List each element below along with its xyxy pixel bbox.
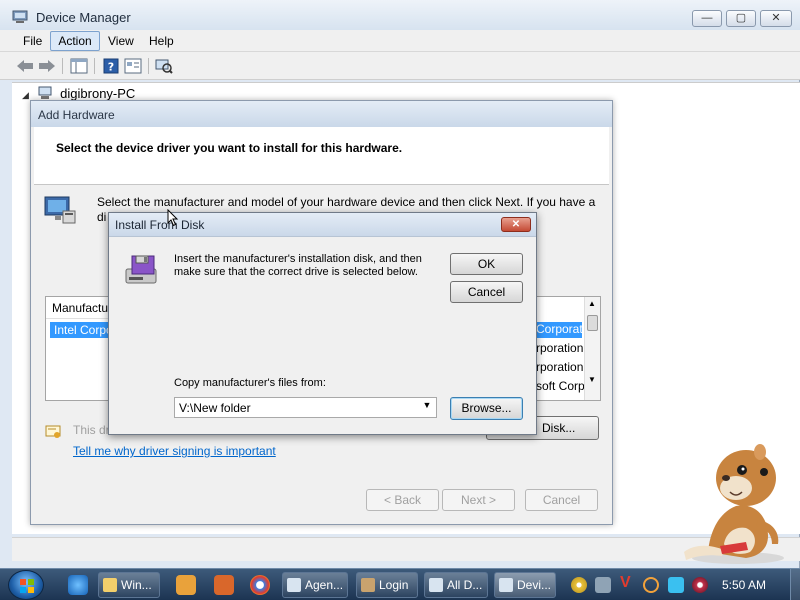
taskbar-item[interactable]: Login — [356, 572, 418, 598]
start-button[interactable] — [8, 570, 44, 600]
show-desktop-button[interactable] — [790, 569, 800, 600]
title-bar[interactable]: Device Manager — ▢ ✕ — [0, 0, 800, 30]
taskbar-item-label: Devi... — [517, 578, 552, 592]
taskbar: Win... Agen... Login All D... Devi... V … — [0, 568, 800, 600]
window-icon — [287, 578, 301, 592]
wizard-title-bar[interactable]: Add Hardware — [31, 101, 612, 127]
device-manager-icon — [499, 578, 513, 592]
model-list-scrollbar[interactable]: ▲ ▼ — [584, 297, 600, 400]
internet-explorer-icon[interactable] — [68, 575, 88, 595]
show-hide-console-icon[interactable] — [70, 57, 88, 75]
chrome-icon[interactable] — [250, 575, 270, 595]
dialog-cancel-button[interactable]: Cancel — [450, 281, 523, 303]
taskbar-item-label: Login — [379, 578, 409, 592]
tree-root-label: digibrony-PC — [60, 86, 136, 101]
dialog-title: Install From Disk — [115, 218, 205, 232]
left-frame — [0, 82, 12, 568]
computer-icon — [38, 86, 52, 99]
dropdown-arrow-icon[interactable]: ▼ — [421, 400, 433, 410]
record-tray-icon[interactable] — [692, 577, 708, 593]
floppy-disk-icon — [125, 255, 157, 284]
taskbar-clock[interactable]: 5:50 AM — [722, 578, 766, 592]
wizard-instruction: Select the manufacturer and model of you… — [97, 195, 596, 209]
hamster-desktop-character — [684, 444, 784, 564]
scan-hardware-icon[interactable] — [155, 57, 173, 75]
tree-root-item[interactable]: ◢ digibrony-PC — [22, 86, 135, 101]
paint-icon[interactable] — [214, 575, 234, 595]
taskbar-item[interactable]: Agen... — [282, 572, 348, 598]
collapse-triangle-icon[interactable]: ◢ — [22, 90, 29, 100]
taskbar-item-active[interactable]: Devi... — [494, 572, 556, 598]
taskbar-item-label: Agen... — [305, 578, 344, 592]
folder-icon — [103, 578, 117, 592]
ok-button[interactable]: OK — [450, 253, 523, 275]
user-icon — [361, 578, 375, 592]
window-title: Device Manager — [36, 10, 131, 25]
scroll-down-icon[interactable]: ▼ — [588, 375, 596, 384]
copy-from-label: Copy manufacturer's files from: — [174, 377, 326, 389]
search-tray-icon[interactable] — [643, 577, 659, 593]
toolbar-separator — [148, 58, 149, 74]
source-path-value: V:\New folder — [179, 401, 251, 415]
properties-icon[interactable] — [124, 57, 142, 75]
taskbar-item-label: All D... — [447, 578, 483, 592]
hardware-monitor-icon — [44, 196, 76, 224]
display-tray-icon[interactable] — [668, 577, 684, 593]
back-arrow-icon[interactable] — [16, 57, 34, 75]
forward-arrow-icon[interactable] — [38, 57, 56, 75]
wizard-instruction-continued: di — [97, 210, 107, 224]
v-tray-icon[interactable]: V — [620, 574, 631, 592]
window-icon — [429, 578, 443, 592]
help-icon[interactable]: ? — [102, 57, 120, 75]
menu-action[interactable]: Action — [50, 31, 100, 51]
model-list-item[interactable]: rporation — [536, 341, 583, 355]
taskbar-item[interactable]: All D... — [424, 572, 488, 598]
taskbar-item-label: Win... — [121, 578, 152, 592]
model-list-item[interactable]: soft Corp — [536, 379, 585, 393]
wizard-header: Select the device driver you want to ins… — [34, 127, 609, 185]
model-list-item[interactable]: Corporati — [534, 322, 585, 338]
network-tray-icon[interactable] — [595, 577, 611, 593]
toolbar: ? — [0, 52, 800, 80]
driver-signing-link[interactable]: Tell me why driver signing is important — [73, 444, 276, 458]
maximize-button[interactable]: ▢ — [726, 10, 756, 27]
mouse-cursor-icon — [167, 209, 179, 227]
toolbar-separator — [62, 58, 63, 74]
menu-help[interactable]: Help — [149, 34, 174, 48]
model-list-item[interactable]: rporation — [536, 360, 583, 374]
have-disk-label: Disk... — [542, 421, 576, 435]
menu-file[interactable]: File — [23, 34, 42, 48]
toolbar-separator — [94, 58, 95, 74]
wizard-cancel-button[interactable]: Cancel — [525, 489, 598, 511]
taskbar-item[interactable]: Win... — [98, 572, 160, 598]
disc-tray-icon[interactable] — [571, 577, 587, 593]
media-player-icon[interactable] — [176, 575, 196, 595]
source-path-combobox[interactable]: V:\New folder ▼ — [174, 397, 437, 418]
dialog-message: Insert the manufacturer's installation d… — [174, 253, 422, 278]
windows-logo-icon — [20, 579, 34, 593]
scroll-up-icon[interactable]: ▲ — [588, 299, 596, 308]
device-manager-icon — [12, 10, 28, 23]
wizard-title: Add Hardware — [38, 108, 115, 122]
minimize-button[interactable]: — — [692, 10, 722, 27]
next-button[interactable]: Next > — [442, 489, 515, 511]
driver-signed-text: This dr — [73, 423, 110, 437]
model-list[interactable]: Corporati rporation rporation soft Corp … — [533, 296, 601, 401]
driver-certificate-icon — [45, 425, 61, 438]
dialog-close-button[interactable]: ✕ — [501, 217, 531, 232]
scroll-thumb[interactable] — [587, 315, 598, 331]
menu-bar: File Action View Help — [0, 30, 800, 52]
wizard-header-text: Select the device driver you want to ins… — [56, 141, 403, 155]
svg-text:?: ? — [108, 61, 114, 74]
install-from-disk-dialog: Install From Disk ✕ Insert the manufactu… — [108, 212, 537, 435]
close-button[interactable]: ✕ — [760, 10, 792, 27]
back-button[interactable]: < Back — [366, 489, 439, 511]
browse-button[interactable]: Browse... — [450, 397, 523, 420]
menu-view[interactable]: View — [108, 34, 134, 48]
